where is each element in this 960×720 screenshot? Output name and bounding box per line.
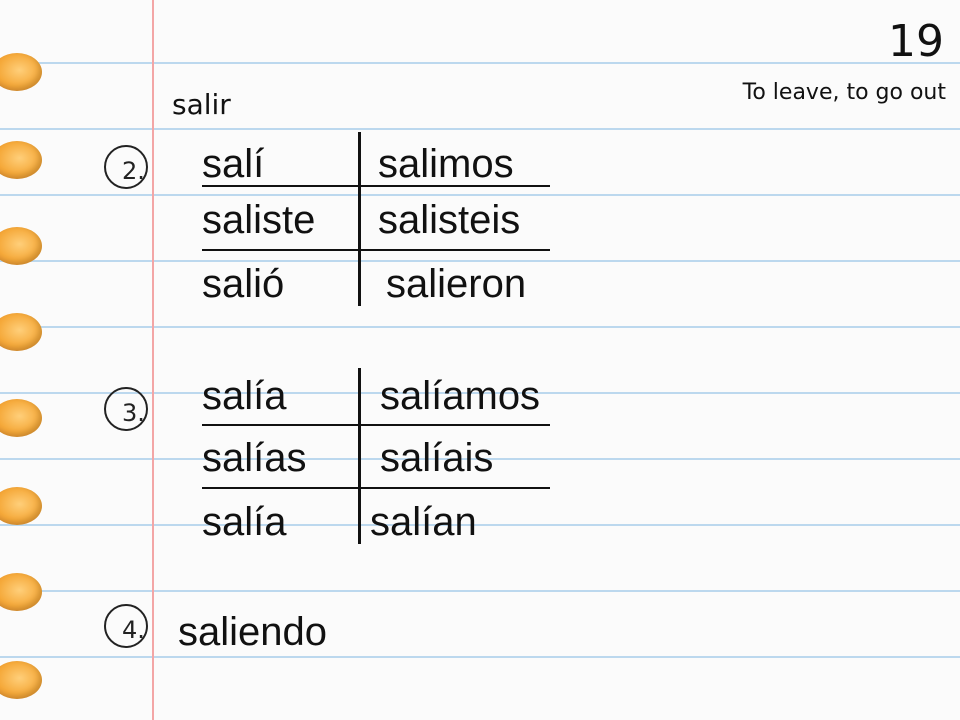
conjugation-form: salimos bbox=[378, 142, 514, 186]
gerund-form: saliendo bbox=[178, 610, 328, 654]
conjugation-form: salisteis bbox=[378, 198, 521, 242]
conjugation-form: salí bbox=[202, 142, 265, 186]
table-divider bbox=[358, 368, 361, 544]
binder-hole bbox=[0, 661, 42, 699]
notebook-page: 19 To leave, to go out salir 2. salí sal… bbox=[0, 0, 960, 720]
binder-hole bbox=[0, 399, 42, 437]
verb-meaning: To leave, to go out bbox=[742, 80, 946, 105]
conjugation-form: salían bbox=[370, 500, 477, 544]
binder-hole bbox=[0, 487, 42, 525]
margin-line bbox=[152, 0, 154, 720]
section-number: 2. bbox=[122, 157, 145, 185]
conjugation-form: salió bbox=[202, 262, 285, 306]
conjugation-form: salía bbox=[202, 374, 287, 418]
conjugation-form: salíamos bbox=[380, 374, 541, 418]
section-number: 3. bbox=[122, 399, 145, 427]
conjugation-form: salía bbox=[202, 500, 287, 544]
conjugation-form: salíais bbox=[380, 436, 494, 480]
table-divider bbox=[358, 132, 361, 306]
binder-hole bbox=[0, 313, 42, 351]
table-rule bbox=[202, 424, 550, 426]
conjugation-form: saliste bbox=[202, 198, 316, 242]
section-number: 4. bbox=[122, 616, 145, 644]
binder-hole bbox=[0, 141, 42, 179]
binder-hole bbox=[0, 227, 42, 265]
binder-hole bbox=[0, 573, 42, 611]
table-rule bbox=[202, 487, 550, 489]
conjugation-form: salieron bbox=[386, 262, 527, 306]
table-rule bbox=[202, 249, 550, 251]
binder-hole bbox=[0, 53, 42, 91]
verb-infinitive: salir bbox=[172, 88, 231, 121]
conjugation-form: salías bbox=[202, 436, 307, 480]
page-number: 19 bbox=[888, 16, 944, 67]
